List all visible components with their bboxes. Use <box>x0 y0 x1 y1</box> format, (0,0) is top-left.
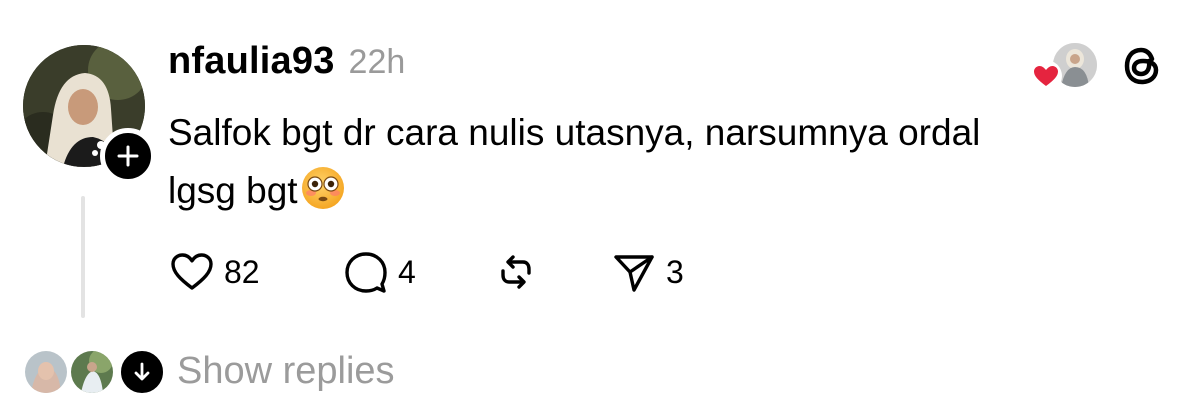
heart-icon <box>171 253 213 290</box>
expand-replies-button[interactable] <box>118 348 166 396</box>
repost-button[interactable] <box>492 244 540 300</box>
post-text-line-1: Salfok bgt dr cara nulis utasnya, narsum… <box>168 112 981 153</box>
post-body: Salfok bgt dr cara nulis utasnya, narsum… <box>168 104 1168 220</box>
reply-avatar-2 <box>68 348 116 396</box>
liked-by-author[interactable] <box>1028 40 1100 92</box>
thread-line <box>81 196 85 318</box>
threads-logo-icon[interactable] <box>1118 42 1166 90</box>
post-text-line-2-text: lgsg bgt <box>168 170 298 211</box>
username[interactable]: nfaulia93 <box>168 40 335 83</box>
share-button[interactable]: 3 <box>610 244 684 300</box>
show-replies-link[interactable]: Show replies <box>177 350 395 393</box>
comment-icon <box>345 252 387 293</box>
reply-count: 4 <box>398 253 416 290</box>
follow-button[interactable] <box>100 128 156 184</box>
repost-icon <box>501 255 531 289</box>
share-count: 3 <box>666 253 684 290</box>
arrow-down-icon <box>134 362 150 381</box>
reply-button[interactable]: 4 <box>342 244 416 300</box>
like-button[interactable]: 82 <box>168 244 260 300</box>
timestamp: 22h <box>348 43 406 81</box>
send-icon <box>614 255 654 292</box>
flushed-face-icon <box>301 167 344 209</box>
post-text-line-2: lgsg bgt <box>168 162 1168 220</box>
heart-badge-icon <box>1030 60 1062 92</box>
like-count: 82 <box>224 253 260 290</box>
post-header: nfaulia93 22h <box>168 40 405 83</box>
replies-row: Show replies <box>22 346 522 402</box>
plus-icon <box>117 145 139 167</box>
reply-avatar-1 <box>22 348 70 396</box>
